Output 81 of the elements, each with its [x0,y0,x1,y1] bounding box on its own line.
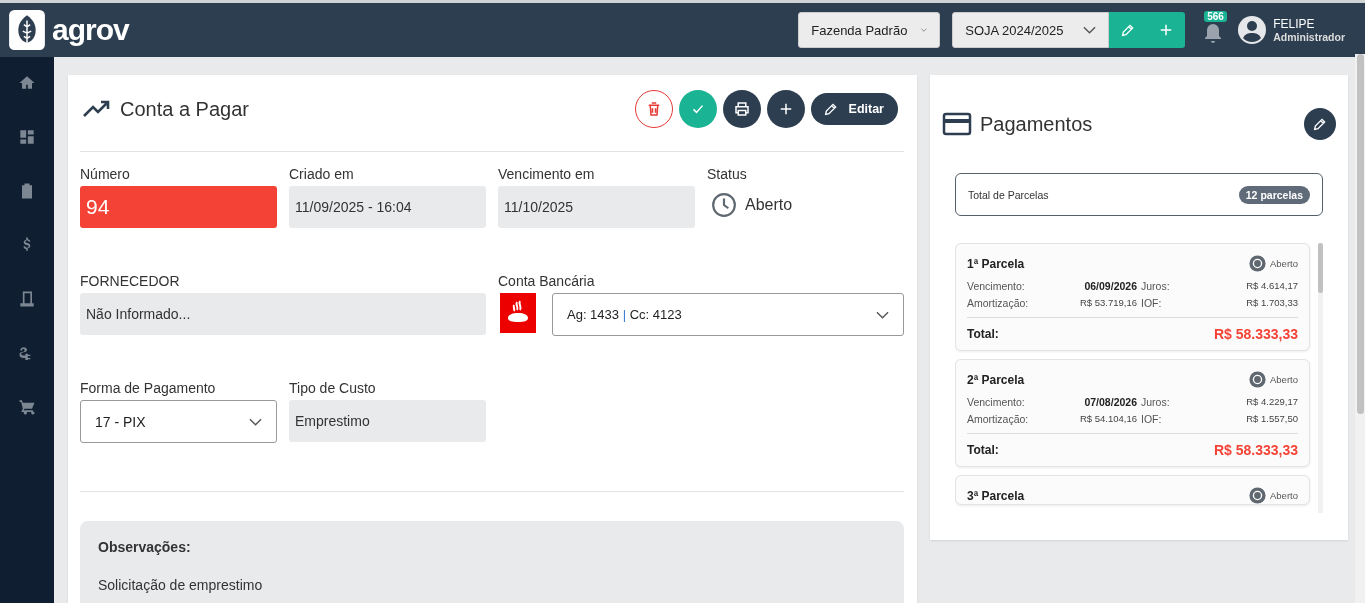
interest-value: R$ 4.229,17 [1245,396,1298,408]
notes-text: Solicitação de emprestimo [98,577,264,593]
installment-total-value: R$ 58.333,33 [1213,442,1298,458]
pencil-icon [1312,116,1328,132]
user-avatar-icon[interactable] [1237,15,1268,45]
status-circle-icon [1249,255,1266,272]
bank-logo-icon [498,293,538,333]
field-value: 94 [80,186,277,228]
installment-title: 3ª Parcela [967,488,1026,503]
payments-title: Pagamentos [980,112,1094,136]
status-circle-icon [1249,371,1266,388]
notes-label: Observações: [98,539,192,555]
user-name: FELIPE [1273,17,1316,31]
field-label: Criado em [289,165,355,184]
due-label: Vencimento: [967,280,1026,292]
field-value: Não Informado... [80,293,486,335]
edit-button[interactable] [1304,108,1336,140]
field-label: Status [707,165,748,184]
season-select[interactable]: SOJA 2024/2025 [952,12,1110,48]
amortization-value: R$ 53.719,16 [1078,297,1137,309]
installment-total-label: Total: [967,443,999,457]
due-date: 07/08/2026 [1083,396,1137,408]
edit-button[interactable]: Editar [810,93,898,125]
add-season-button[interactable] [1147,12,1186,48]
iof-label: IOF: [1141,413,1163,425]
scrollbar-thumb[interactable] [1318,243,1323,293]
brand-name: agrov [52,13,129,47]
field-label: Número [80,165,131,184]
amortization-label: Amortização: [967,413,1030,425]
installment-count-badge: 12 parcelas [1238,185,1310,204]
interest-value: R$ 4.614,17 [1245,280,1298,292]
field-label: Conta Bancária [498,272,596,291]
iof-value: R$ 1.703,33 [1245,297,1298,309]
print-button[interactable] [722,90,761,128]
delete-button[interactable] [634,90,673,128]
chevron-down-icon [1083,26,1097,34]
chevron-down-icon [876,310,889,319]
notification-count: 566 [1204,11,1227,22]
chevron-down-icon [249,417,262,426]
field-value: Emprestimo [289,400,486,442]
print-icon [732,100,751,118]
cart-icon[interactable] [17,397,37,417]
amortization-label: Amortização: [967,297,1030,309]
field-value: 11/09/2025 - 16:04 [289,186,486,228]
scrollbar-thumb[interactable] [1356,54,1364,414]
clock-icon [711,192,737,218]
trending-up-icon [82,99,112,119]
installment-status: Aberto [1270,374,1298,385]
installment-total-value: R$ 58.333,33 [1213,326,1298,342]
interest-label: Juros: [1141,280,1171,292]
dashboard-icon[interactable] [17,127,37,147]
iof-label: IOF: [1141,297,1163,309]
bank-account-select[interactable]: Ag: 1433 | Cc: 4123 [552,293,904,336]
due-date: 06/09/2026 [1083,280,1137,292]
field-label: Forma de Pagamento [80,379,217,398]
credit-card-icon [942,112,972,136]
chevron-down-icon [921,26,928,34]
amortization-value: R$ 54.104,16 [1078,413,1137,425]
field-label: Vencimento em [498,165,596,184]
approve-button[interactable] [678,90,717,128]
field-label: Tipo de Custo [289,379,377,398]
register-icon[interactable] [17,289,37,309]
iof-value: R$ 1.557,50 [1245,413,1298,425]
installment-status: Aberto [1270,490,1298,501]
field-value: 11/10/2025 [498,186,695,228]
pencil-icon [822,101,839,117]
user-role: Administrador [1273,31,1345,43]
leaf-logo-icon [8,10,46,50]
installment-title: 1ª Parcela [967,256,1026,271]
interest-label: Juros: [1141,396,1171,408]
farm-select[interactable]: Fazenda Padrão [798,12,941,48]
installment-title: 2ª Parcela [967,372,1026,387]
installment-status: Aberto [1270,258,1298,269]
page-title: Conta a Pagar [120,97,250,121]
due-label: Vencimento: [967,396,1026,408]
payment-method-select[interactable]: 17 - PIX [80,400,277,443]
field-label: FORNECEDOR [80,272,181,291]
add-button[interactable] [766,90,805,128]
total-label: Total de Parcelas [968,188,1049,201]
status-text: Aberto [745,196,793,214]
installment-total-label: Total: [967,327,999,341]
